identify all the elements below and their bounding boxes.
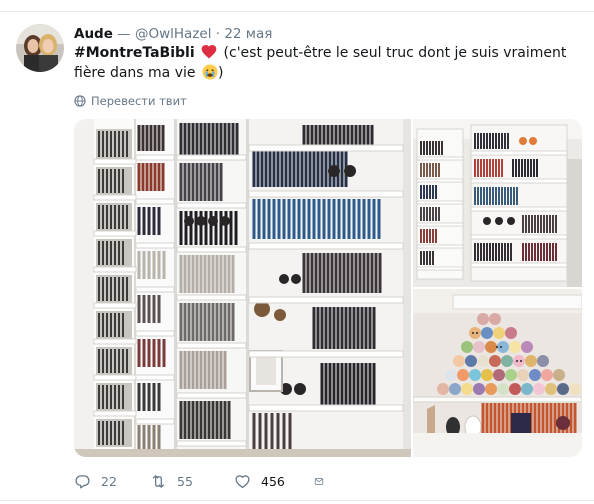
direct-message-icon [314,477,324,485]
tweet-actions: 22 55 456 [74,470,334,492]
photo-bookshelves-room[interactable] [413,119,582,287]
reply-count: 22 [101,473,117,489]
media-grid [74,119,582,457]
hashtag-link[interactable]: #MontreTaBibli [74,45,195,61]
photo-bookshelves-main[interactable] [74,119,411,457]
like-button[interactable]: 456 [234,470,314,492]
translate-tweet-link[interactable]: Перевести твит [74,93,187,109]
translate-label: Перевести твит [91,94,187,108]
divider [0,11,594,12]
retweet-count: 55 [177,473,193,489]
author-handle-and-date[interactable]: — @OwlHazel · 22 мая [113,26,272,42]
direct-message-button[interactable] [314,470,334,492]
retweet-button[interactable]: 55 [150,470,234,492]
avatar[interactable] [16,24,64,72]
photo-plush-collection[interactable] [413,289,582,457]
tweet[interactable]: Aude — @OwlHazel · 22 мая #MontreTaBibli… [0,0,594,504]
tweet-body-close: ) [217,65,224,81]
like-count: 456 [261,473,285,489]
tweet-header: Aude — @OwlHazel · 22 мая [74,24,272,44]
reply-icon [75,474,90,489]
tweet-text: #MontreTaBibli (c'est peut-être le seul … [74,43,574,83]
author-name[interactable]: Aude [74,26,113,42]
like-icon [235,474,250,488]
retweet-icon [152,474,165,488]
divider [0,500,594,501]
globe-icon [74,95,86,107]
crying-face-emoji-icon [202,64,218,80]
heart-emoji-icon [201,44,217,59]
reply-button[interactable]: 22 [74,470,150,492]
